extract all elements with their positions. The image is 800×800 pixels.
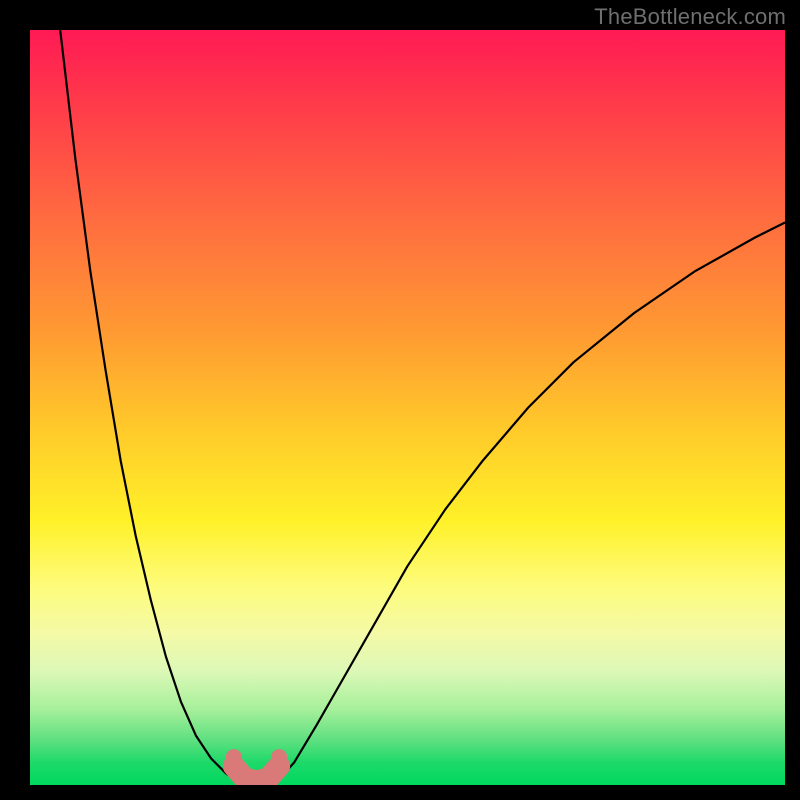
series-right-branch	[279, 223, 785, 779]
series-endpoint-dot	[226, 749, 242, 765]
outer-frame: TheBottleneck.com	[0, 0, 800, 800]
chart-svg	[30, 30, 785, 785]
series-endpoint-dot	[271, 749, 287, 765]
plot-area	[30, 30, 785, 785]
series-left-branch	[60, 30, 237, 781]
watermark-text: TheBottleneck.com	[594, 4, 786, 30]
series-flat-bottom-highlight	[234, 766, 279, 781]
